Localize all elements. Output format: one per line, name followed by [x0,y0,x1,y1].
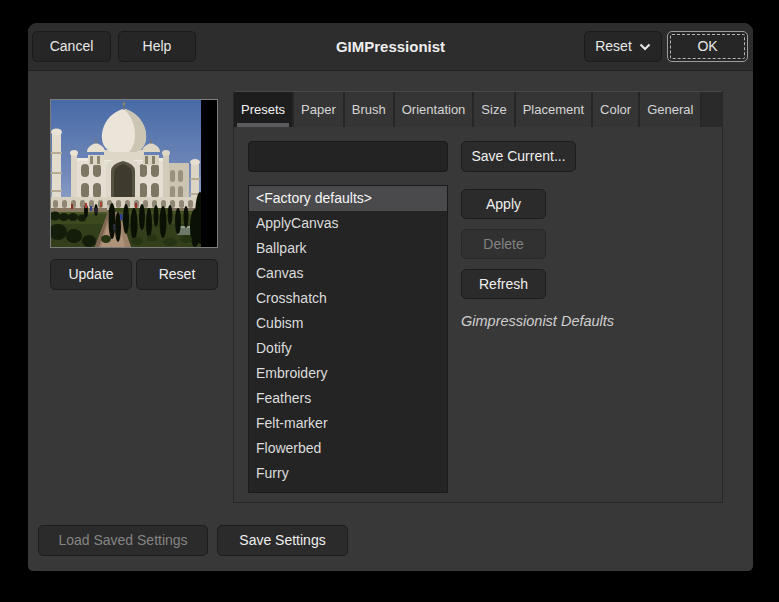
preset-list-item[interactable]: Cubism [249,311,447,336]
preset-list-item[interactable]: <Factory defaults> [249,186,447,211]
preset-description: Gimpressionist Defaults [461,313,614,329]
tab-general[interactable]: General [640,92,702,127]
preview-frame [50,99,218,248]
save-settings-button[interactable]: Save Settings [217,525,348,556]
preset-name-input[interactable] [248,141,448,172]
reset-menu-button[interactable]: Reset [584,31,662,62]
tab-placement[interactable]: Placement [516,92,593,127]
preset-list-item[interactable]: Embroidery [249,361,447,386]
preset-list-item[interactable]: ApplyCanvas [249,211,447,236]
tab-color[interactable]: Color [593,92,640,127]
tab-bar: PresetsPaperBrushOrientationSizePlacemen… [234,91,722,127]
ok-button[interactable]: OK [667,31,748,62]
tab-brush[interactable]: Brush [345,92,395,127]
taj-mahal-preview-image [51,100,201,247]
gimpressionist-dialog: Cancel Help GIMPressionist Reset OK [28,23,753,571]
preset-list-item[interactable]: Ballpark [249,236,447,261]
tab-paper[interactable]: Paper [294,92,345,127]
update-button[interactable]: Update [50,259,132,290]
preset-list-item[interactable]: Crosshatch [249,286,447,311]
preset-list-item[interactable]: Flowerbed [249,436,447,461]
preset-list-item[interactable]: Canvas [249,261,447,286]
delete-button[interactable]: Delete [461,229,546,259]
reset-menu-label: Reset [595,32,632,61]
load-saved-settings-button[interactable]: Load Saved Settings [38,525,208,556]
tab-orientation[interactable]: Orientation [395,92,475,127]
tab-size[interactable]: Size [474,92,515,127]
screen-background: Cancel Help GIMPressionist Reset OK [0,0,779,602]
presets-list[interactable]: <Factory defaults>ApplyCanvasBallparkCan… [248,185,448,493]
preset-list-item[interactable]: Dotify [249,336,447,361]
chevron-down-icon [639,43,651,51]
dialog-header: Cancel Help GIMPressionist Reset OK [28,23,753,71]
tab-presets[interactable]: Presets [234,92,294,127]
preset-list-item[interactable]: Furry [249,461,447,486]
reset-button[interactable]: Reset [136,259,218,290]
preset-list-item[interactable]: Felt-marker [249,411,447,436]
refresh-button[interactable]: Refresh [461,269,546,299]
apply-button[interactable]: Apply [461,189,546,219]
settings-notebook: PresetsPaperBrushOrientationSizePlacemen… [233,91,723,503]
preset-list-item[interactable]: Feathers [249,386,447,411]
save-current-button[interactable]: Save Current... [461,141,576,172]
